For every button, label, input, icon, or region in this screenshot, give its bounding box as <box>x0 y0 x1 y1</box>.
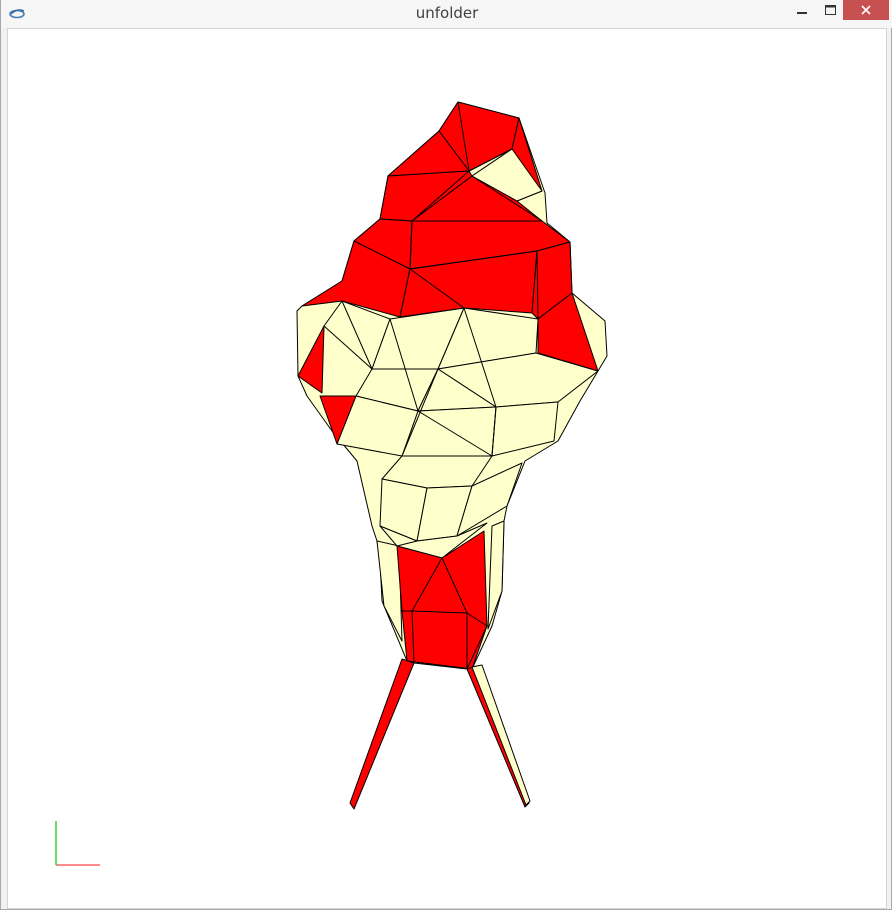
minimize-icon <box>797 12 807 14</box>
minimize-button[interactable] <box>787 0 817 20</box>
mesh-face <box>471 664 531 806</box>
title-bar[interactable]: unfolder <box>1 0 892 28</box>
close-icon <box>861 5 871 15</box>
window-title: unfolder <box>415 4 479 22</box>
mesh-face <box>491 401 559 457</box>
maximize-icon <box>824 5 836 15</box>
close-button[interactable] <box>843 0 889 20</box>
maximize-button[interactable] <box>815 0 845 20</box>
app-window: unfolder <box>0 0 892 910</box>
3d-viewport[interactable] <box>7 28 887 909</box>
mesh-render <box>55 101 608 866</box>
mesh-face <box>349 658 415 810</box>
